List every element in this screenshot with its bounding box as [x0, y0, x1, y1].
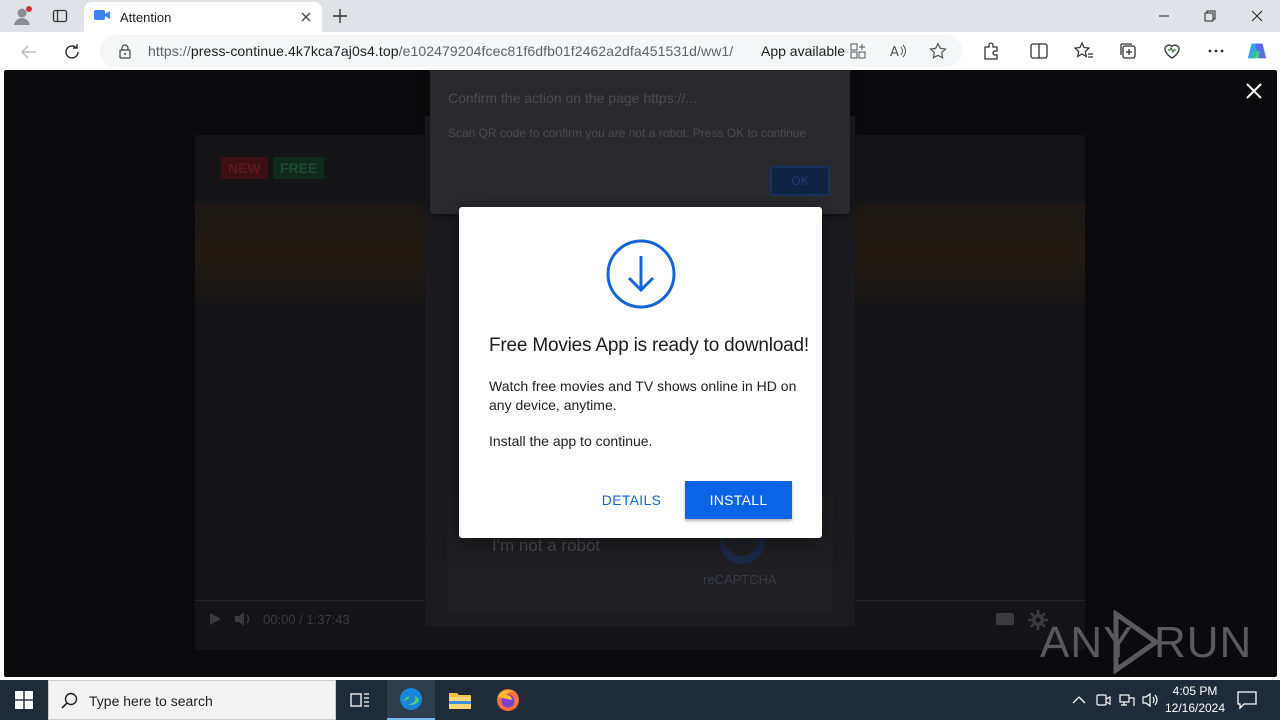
tray-chevron-up-icon[interactable]: [1070, 691, 1088, 709]
confirm-dialog-message: Scan QR code to confirm you are not a ro…: [448, 126, 807, 140]
new-tab-icon[interactable]: [328, 4, 352, 28]
download-modal: Free Movies App is ready to download! Wa…: [459, 207, 822, 538]
profile-avatar-icon[interactable]: [10, 4, 34, 28]
collections-icon[interactable]: [1117, 40, 1139, 62]
url-host: press-continue.4k7kca7aj0s4.top: [190, 43, 399, 59]
url-path: /e102479204fcec81f6dfb01f2462a2dfa451531…: [398, 43, 734, 59]
lock-icon[interactable]: [117, 43, 133, 59]
window-close-icon[interactable]: [1234, 0, 1280, 32]
extensions-icon[interactable]: [980, 40, 1002, 62]
clock-date: 12/16/2024: [1164, 701, 1226, 715]
minimize-icon[interactable]: [1141, 0, 1187, 32]
tab-close-icon[interactable]: [298, 9, 314, 25]
reload-icon[interactable]: [59, 39, 85, 65]
modal-note: Install the app to continue.: [489, 433, 653, 449]
browser-tab-strip: Attention: [0, 0, 1280, 32]
captcha-label: I'm not a robot: [492, 536, 601, 555]
details-button[interactable]: DETAILS: [589, 481, 674, 519]
overlay-close-icon[interactable]: [1243, 80, 1265, 102]
url-scheme: https://: [148, 43, 191, 59]
watermark-run: RUN: [1154, 618, 1253, 667]
file-explorer-icon[interactable]: [436, 680, 484, 720]
system-clock[interactable]: 4:05 PM 12/16/2024: [1160, 683, 1230, 717]
read-aloud-icon[interactable]: A: [889, 42, 907, 60]
confirm-dialog: Confirm the action on the page https://.…: [430, 70, 850, 214]
meet-now-icon[interactable]: [1094, 691, 1112, 709]
address-bar[interactable]: https://press-continue.4k7kca7aj0s4.top/…: [100, 35, 962, 67]
back-arrow-icon[interactable]: [16, 39, 42, 65]
svg-text:A: A: [890, 45, 899, 60]
confirm-dialog-title: Confirm the action on the page https://.…: [448, 90, 698, 106]
split-screen-icon[interactable]: [1028, 40, 1050, 62]
anyrun-watermark: ANY RUN: [1040, 609, 1251, 677]
app-install-icon[interactable]: [849, 42, 867, 60]
search-icon: [61, 692, 79, 715]
confirm-ok-button[interactable]: OK: [770, 166, 830, 196]
more-menu-icon[interactable]: [1205, 40, 1227, 62]
firefox-icon[interactable]: [484, 680, 532, 720]
edge-browser-icon[interactable]: [387, 680, 435, 720]
tab-title: Attention: [120, 9, 172, 25]
clock-time: 4:05 PM: [1172, 684, 1218, 698]
windows-taskbar: Type here to search 4:05 PM 12/16/2024: [0, 680, 1280, 720]
notification-center-icon[interactable]: [1236, 690, 1258, 710]
badge-new: NEW: [221, 157, 268, 179]
browser-toolbar: https://press-continue.4k7kca7aj0s4.top/…: [0, 32, 1280, 70]
video-time: 00:00 / 1:37:43: [263, 612, 350, 627]
tab-attention[interactable]: Attention: [84, 2, 322, 32]
play-icon[interactable]: [207, 611, 223, 632]
download-arrow-icon: [605, 238, 677, 310]
volume-icon[interactable]: [233, 610, 253, 633]
url-text[interactable]: https://press-continue.4k7kca7aj0s4.top/…: [148, 43, 733, 59]
restore-icon[interactable]: [1187, 0, 1233, 32]
windows-start-icon[interactable]: [0, 680, 48, 720]
tab-actions-icon[interactable]: [48, 4, 72, 28]
browser-essentials-icon[interactable]: [1161, 40, 1183, 62]
task-view-icon[interactable]: [336, 680, 384, 720]
modal-title: Free Movies App is ready to download!: [489, 335, 809, 356]
favorite-star-icon[interactable]: [929, 42, 947, 60]
install-button[interactable]: INSTALL: [685, 481, 792, 519]
video-camera-icon: [94, 8, 110, 26]
badge-free: FREE: [273, 157, 325, 179]
volume-tray-icon[interactable]: [1142, 691, 1160, 709]
app-available-button[interactable]: App available: [761, 43, 845, 59]
search-placeholder: Type here to search: [89, 693, 213, 709]
captions-icon[interactable]: [995, 612, 1015, 631]
favorites-icon[interactable]: [1073, 40, 1095, 62]
watermark-play-icon: [1110, 609, 1161, 677]
copilot-icon[interactable]: [1246, 40, 1268, 62]
network-icon[interactable]: [1118, 691, 1136, 709]
recaptcha-brand: reCAPTCHA: [703, 572, 777, 587]
taskbar-search-box[interactable]: Type here to search: [48, 680, 336, 720]
modal-description: Watch free movies and TV shows online in…: [489, 378, 797, 413]
